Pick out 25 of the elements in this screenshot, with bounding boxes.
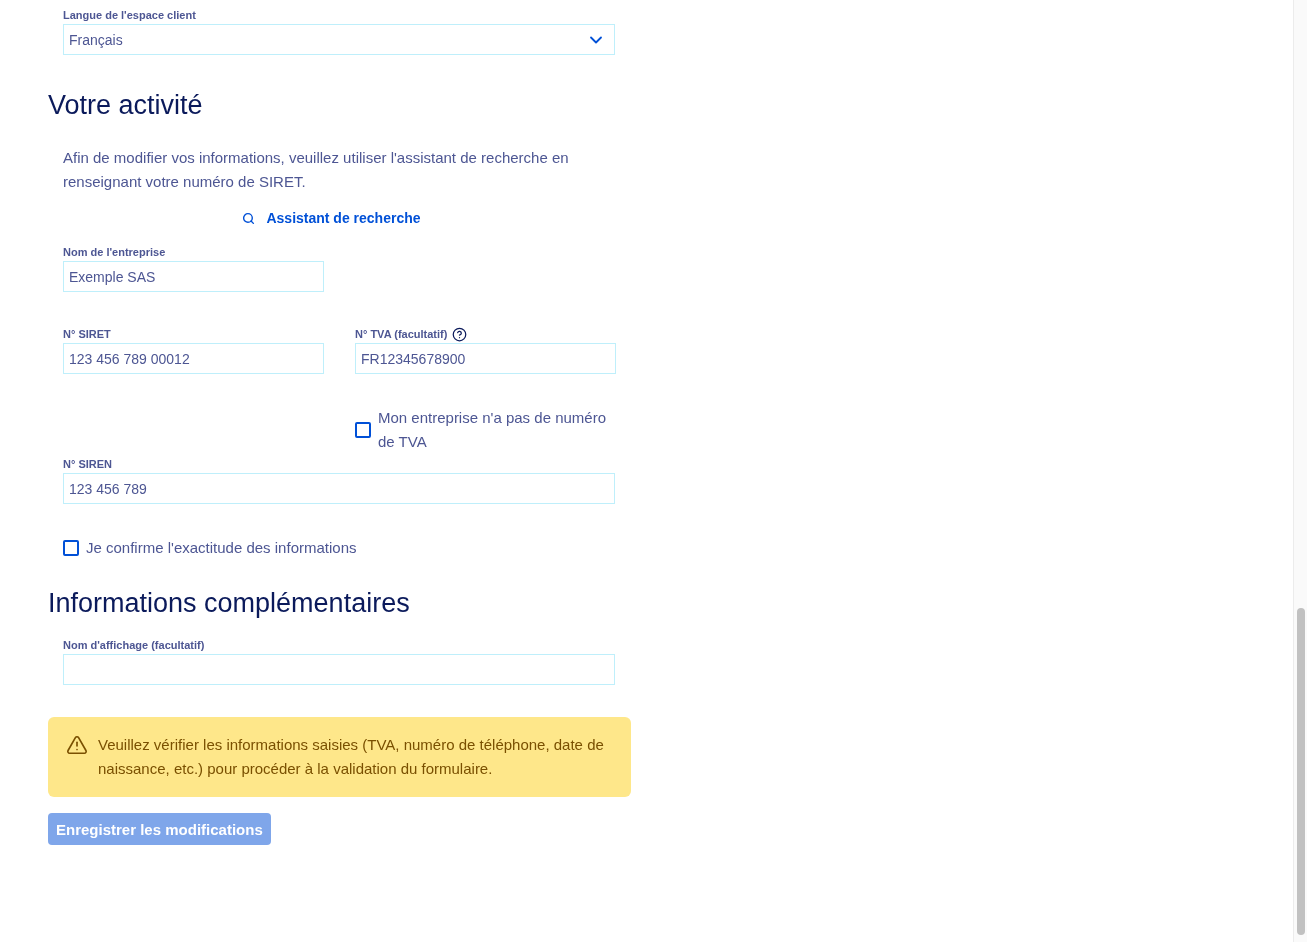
scrollbar-thumb[interactable]	[1297, 608, 1305, 935]
text-field[interactable]: 123 456 789 00012	[63, 343, 324, 374]
field-label: N° SIREN	[63, 457, 113, 471]
warning-text: Veuillez vérifier les informations saisies (TVA, numéro de téléphone, date de naissance, etc.) pour procéder à la validation du formulaire.	[98, 735, 605, 779]
checkbox[interactable]	[63, 540, 79, 556]
field-label: Nom de l'entreprise	[63, 245, 166, 259]
checkbox[interactable]	[355, 422, 371, 438]
instructions-text: Afin de modifier vos informations, veuillez utiliser l'assistant de recherche en renseignant votre numéro de SIRET.	[63, 148, 570, 192]
text-field[interactable]: Exemple SAS	[63, 261, 324, 292]
text-field[interactable]	[63, 654, 615, 685]
text-field[interactable]: FR12345678900	[355, 343, 616, 374]
section-heading: Votre activité	[48, 89, 203, 121]
checkbox-label: Mon entreprise n'a pas de numéro de TVA	[378, 408, 607, 452]
field-label: N° SIRET	[63, 327, 111, 341]
language-select[interactable]: Français	[63, 24, 615, 55]
field-label: Langue de l'espace client	[63, 8, 196, 22]
search-icon	[242, 211, 256, 225]
help-icon[interactable]	[452, 326, 468, 342]
search-assistant-link[interactable]: Assistant de recherche	[242, 206, 421, 230]
field-label: N° TVA (facultatif)	[355, 327, 448, 341]
checkbox-label: Je confirme l'exactitude des informations	[86, 538, 357, 558]
text-field[interactable]: 123 456 789	[63, 473, 615, 504]
section-heading: Informations complémentaires	[48, 587, 410, 619]
field-label: Nom d'affichage (facultatif)	[63, 638, 205, 652]
warning-icon	[66, 734, 88, 756]
